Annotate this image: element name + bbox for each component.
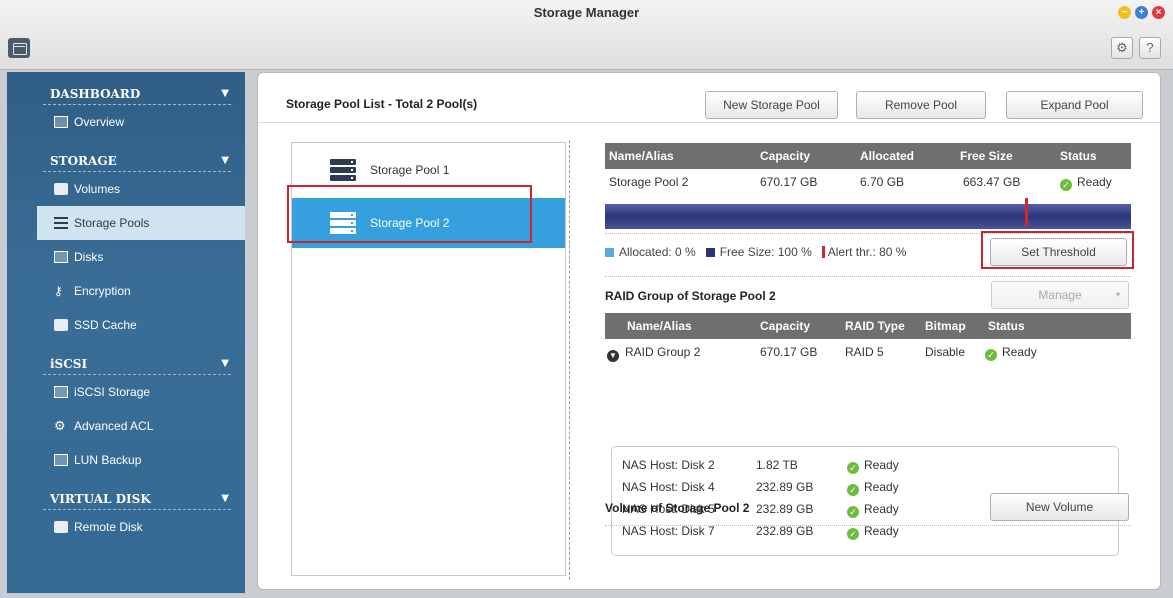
- new-storage-pool-button[interactable]: New Storage Pool: [705, 91, 838, 119]
- window-controls: − + ×: [1118, 6, 1165, 19]
- check-icon: ✓: [847, 528, 859, 540]
- sidebar-section-virtual-disk[interactable]: VIRTUAL DISK ▼: [7, 477, 245, 510]
- chevron-down-icon: ▼: [221, 155, 229, 166]
- remote-disk-icon: [54, 521, 68, 533]
- sidebar-item-iscsi-storage[interactable]: iSCSI Storage: [7, 375, 245, 409]
- table-row[interactable]: ▼ RAID Group 2 670.17 GB RAID 5 Disable ✓…: [605, 339, 1131, 367]
- allocated-swatch-icon: [605, 247, 614, 257]
- sidebar-section-storage[interactable]: STORAGE ▼: [7, 139, 245, 172]
- sidebar-section-dashboard[interactable]: DASHBOARD ▼: [7, 72, 245, 105]
- chevron-down-icon: ▼: [221, 358, 229, 369]
- settings-gear-icon[interactable]: ⚙: [1111, 37, 1133, 59]
- sidebar-item-storage-pools[interactable]: Storage Pools: [37, 206, 245, 240]
- check-icon: ✓: [847, 462, 859, 474]
- capacity-legend: Allocated: 0 % Free Size: 100 % Alert th…: [605, 245, 906, 259]
- volume-section-title: Volume of Storage Pool 2: [605, 501, 750, 515]
- sidebar-item-encryption[interactable]: ⚷ Encryption: [7, 274, 245, 308]
- sidebar: DASHBOARD ▼ Overview STORAGE ▼ Volumes S…: [7, 72, 245, 593]
- selected-pool-highlight: [287, 185, 532, 243]
- sidebar-item-ssd-cache[interactable]: SSD Cache: [7, 308, 245, 342]
- capacity-bar: [605, 204, 1131, 229]
- table-row[interactable]: Storage Pool 2 670.17 GB 6.70 GB 663.47 …: [605, 169, 1131, 197]
- new-volume-button[interactable]: New Volume: [990, 493, 1129, 521]
- gear-icon: ⚙: [54, 418, 66, 433]
- title-bar: Storage Manager − + × ⚙ ?: [0, 0, 1173, 70]
- check-icon: ✓: [847, 506, 859, 518]
- status-badge: Ready: [1002, 345, 1037, 359]
- alert-threshold-marker: [1024, 198, 1028, 226]
- window-title: Storage Manager: [533, 5, 640, 20]
- iscsi-storage-icon: [54, 386, 68, 398]
- storage-pool-icon: [330, 159, 356, 181]
- main-panel: Storage Pool List - Total 2 Pool(s) New …: [257, 72, 1161, 590]
- close-icon[interactable]: ×: [1152, 6, 1165, 19]
- minimize-icon[interactable]: −: [1118, 6, 1131, 19]
- pool-table-header: Name/Alias Capacity Allocated Free Size …: [605, 143, 1131, 169]
- storage-pools-icon: [54, 217, 68, 229]
- check-icon: ✓: [1060, 179, 1072, 191]
- menu-toggle-icon[interactable]: [8, 38, 30, 58]
- sidebar-item-overview[interactable]: Overview: [7, 105, 245, 139]
- check-icon: ✓: [985, 349, 997, 361]
- key-icon: ⚷: [54, 284, 63, 298]
- manage-dropdown[interactable]: Manage ▾: [991, 281, 1129, 309]
- sidebar-section-iscsi[interactable]: iSCSI ▼: [7, 342, 245, 375]
- pool-summary-table: Name/Alias Capacity Allocated Free Size …: [605, 143, 1131, 197]
- caret-down-icon: ▾: [1115, 290, 1120, 299]
- lun-backup-icon: [54, 454, 68, 466]
- list-item[interactable]: NAS Host: Disk 2 1.82 TB ✓ Ready: [622, 456, 1102, 476]
- set-threshold-highlight: [981, 231, 1134, 269]
- check-icon: ✓: [847, 484, 859, 496]
- sidebar-item-volumes[interactable]: Volumes: [7, 172, 245, 206]
- toolbar-icons: ⚙ ?: [1111, 37, 1161, 59]
- raid-group-table: Name/Alias Capacity RAID Type Bitmap Sta…: [605, 313, 1131, 367]
- alert-threshold-swatch-icon: [821, 246, 825, 258]
- expand-pool-button[interactable]: Expand Pool: [1006, 91, 1143, 119]
- remove-pool-button[interactable]: Remove Pool: [856, 91, 986, 119]
- collapse-icon[interactable]: ▼: [607, 350, 619, 362]
- maximize-icon[interactable]: +: [1135, 6, 1148, 19]
- sidebar-item-remote-disk[interactable]: Remote Disk: [7, 510, 245, 544]
- status-badge: Ready: [1077, 175, 1112, 189]
- free-size-swatch-icon: [705, 247, 715, 257]
- sidebar-item-lun-backup[interactable]: LUN Backup: [7, 443, 245, 477]
- raid-table-header: Name/Alias Capacity RAID Type Bitmap Sta…: [605, 313, 1131, 339]
- volumes-icon: [54, 183, 68, 195]
- pool-list-header: Storage Pool List - Total 2 Pool(s): [286, 97, 478, 111]
- chevron-down-icon: ▼: [221, 88, 229, 99]
- sidebar-item-advanced-acl[interactable]: ⚙ Advanced ACL: [7, 409, 245, 443]
- overview-icon: [54, 116, 68, 128]
- ssd-cache-icon: [54, 319, 68, 331]
- help-icon[interactable]: ?: [1139, 37, 1161, 59]
- sidebar-item-disks[interactable]: Disks: [7, 240, 245, 274]
- chevron-down-icon: ▼: [221, 493, 229, 504]
- disks-icon: [54, 251, 68, 263]
- raid-group-title: RAID Group of Storage Pool 2: [605, 289, 776, 303]
